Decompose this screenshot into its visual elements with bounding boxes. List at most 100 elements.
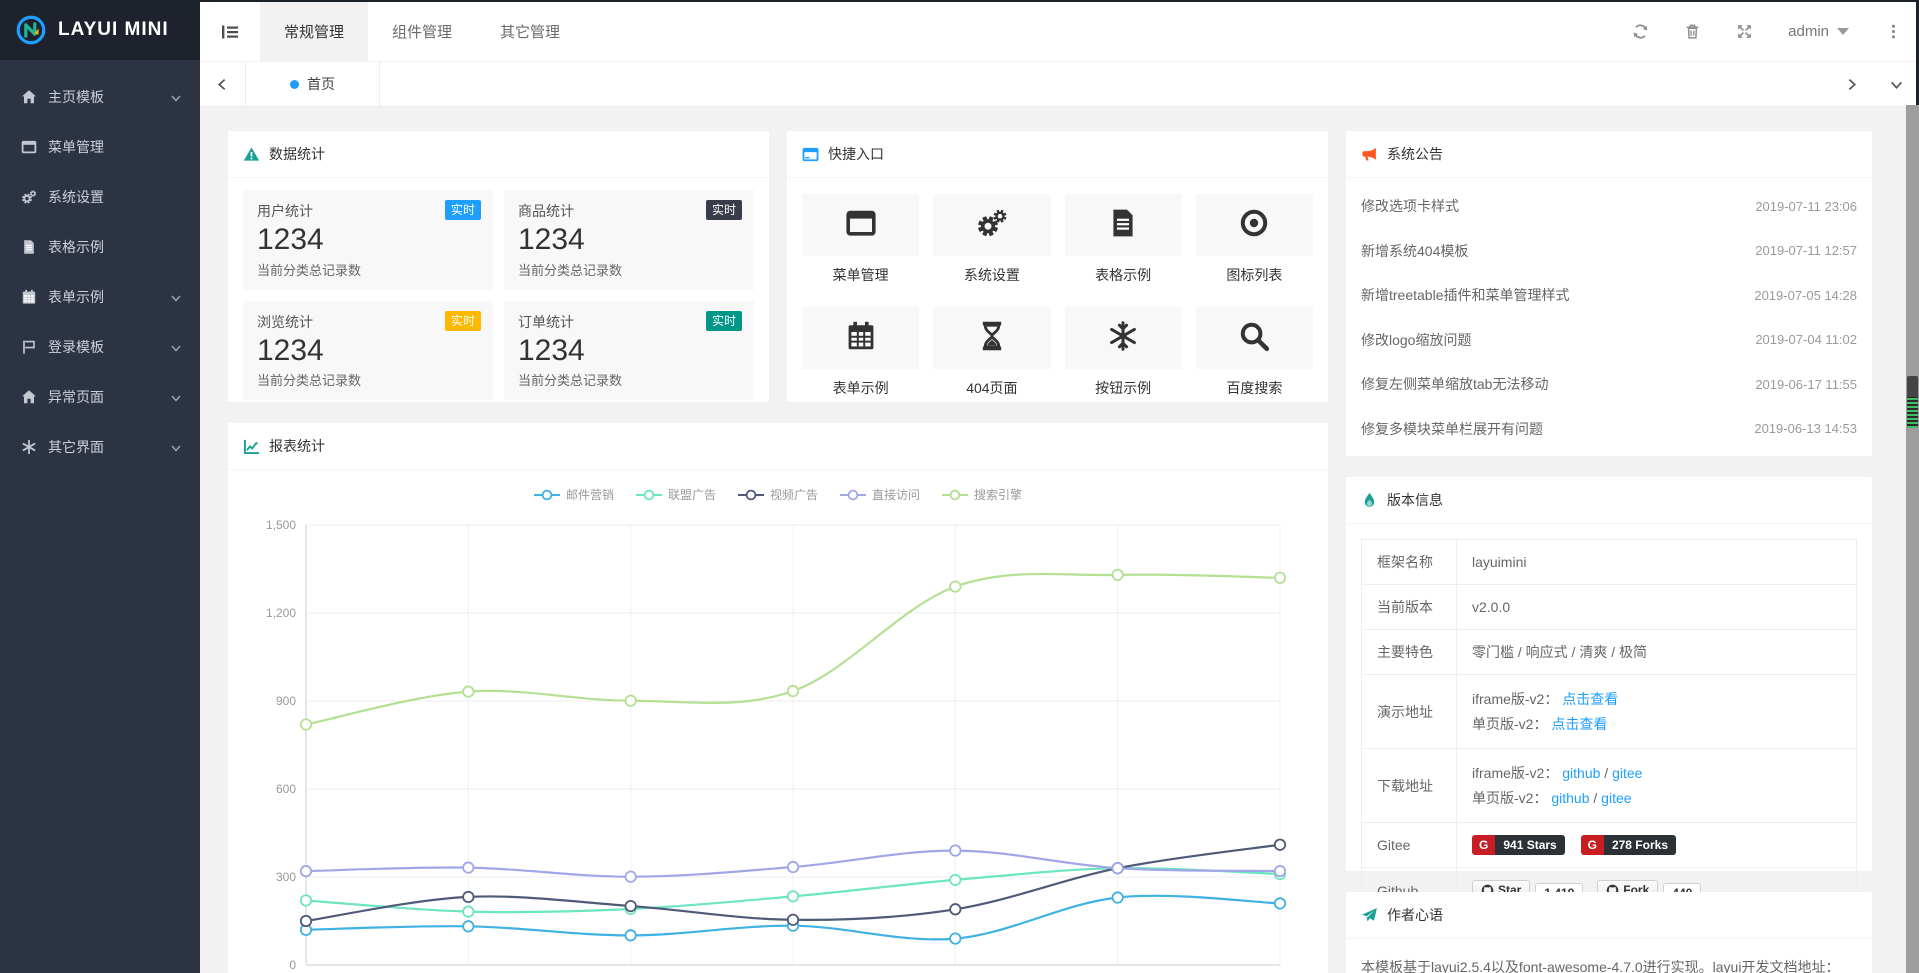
- sidebar-item-menu-manage[interactable]: 菜单管理: [0, 122, 200, 172]
- sidebar-item-form-demo[interactable]: 表单示例: [0, 272, 200, 322]
- quick-form-demo[interactable]: 表单示例: [802, 307, 919, 398]
- quick-menu-manage[interactable]: 菜单管理: [802, 194, 919, 285]
- more-actions-button[interactable]: [1867, 2, 1919, 61]
- report-line-chart: 03006009001,2001,500周一周二周三周四周五周六周日: [248, 507, 1308, 973]
- panel-quick-entry: 快捷入口 菜单管理 系统设置 表格示例: [787, 131, 1328, 402]
- logo[interactable]: LAYUI MINI: [0, 0, 200, 60]
- refresh-button[interactable]: [1614, 2, 1666, 61]
- sidebar-item-error-pages[interactable]: 异常页面: [0, 372, 200, 422]
- snowflake-icon: [1107, 320, 1139, 357]
- sidebar-item-system-settings[interactable]: 系统设置: [0, 172, 200, 222]
- user-menu[interactable]: admin: [1770, 2, 1867, 61]
- svg-text:0: 0: [289, 958, 296, 972]
- svg-text:1,200: 1,200: [266, 606, 296, 620]
- caret-down-icon: [1837, 28, 1849, 35]
- notice-item[interactable]: 新增treetable插件和菜单管理样式 2019-07-05 14:28: [1361, 273, 1857, 318]
- legend-item[interactable]: 联盟广告: [636, 486, 716, 503]
- quick-table-demo[interactable]: 表格示例: [1065, 194, 1182, 285]
- flag-icon: [20, 338, 38, 356]
- fullscreen-button[interactable]: [1718, 2, 1770, 61]
- top-header: 常规管理 组件管理 其它管理: [200, 2, 1919, 62]
- status-badge: 实时: [706, 311, 742, 331]
- notice-item[interactable]: 修改logo缩放问题 2019-07-04 11:02: [1361, 318, 1857, 363]
- tabs-scroll-right-button[interactable]: [1829, 62, 1874, 106]
- header-tab-general[interactable]: 常规管理: [260, 2, 368, 61]
- panel-title: 快捷入口: [828, 144, 884, 164]
- panel-title: 数据统计: [269, 144, 325, 164]
- calendar-icon: [20, 288, 38, 306]
- header-tab-other[interactable]: 其它管理: [476, 2, 584, 61]
- gears-icon: [976, 207, 1008, 244]
- gitee-forks-badge[interactable]: G278 Forks: [1581, 835, 1676, 855]
- file-text-icon: [20, 238, 38, 256]
- sidebar-menu: 主页模板 菜单管理 系统设置 表格示例 表单示例 登录模板 异常页面: [0, 60, 200, 472]
- notice-item[interactable]: 新增系统404模板 2019-07-11 12:57: [1361, 229, 1857, 274]
- window-blue-icon: [802, 146, 819, 163]
- tabs-scroll-left-button[interactable]: [200, 62, 245, 106]
- gitee-stars-badge[interactable]: G941 Stars: [1472, 835, 1565, 855]
- main-content: 数据统计 用户统计 1234 当前分类总记录数 实时 商品统计 1234 当前分…: [200, 107, 1919, 973]
- chevron-left-icon: [216, 78, 229, 91]
- sidebar-item-other-ui[interactable]: 其它界面: [0, 422, 200, 472]
- notice-item[interactable]: 修改选项卡样式 2019-07-11 23:06: [1361, 184, 1857, 229]
- search-icon: [1238, 320, 1270, 357]
- active-tab-dot: [290, 80, 299, 89]
- home-icon: [20, 88, 38, 106]
- words-line1: 本模板基于layui2.5.4以及font-awesome-4.7.0进行实现。…: [1361, 959, 1839, 973]
- panel-system-notice: 系统公告 修改选项卡样式 2019-07-11 23:06 新增系统404模板 …: [1346, 131, 1872, 456]
- download-link-github[interactable]: github: [1551, 790, 1589, 806]
- quick-404-page[interactable]: 404页面: [933, 307, 1050, 398]
- legend-item[interactable]: 搜索引擎: [942, 486, 1022, 503]
- chart-legend: 邮件营销 联盟广告 视频广告 直接访问 搜索引擎: [228, 470, 1328, 503]
- legend-item[interactable]: 视频广告: [738, 486, 818, 503]
- download-link-github[interactable]: github: [1562, 765, 1600, 781]
- demo-link-spa[interactable]: 点击查看: [1551, 716, 1607, 732]
- sidebar-item-home-template[interactable]: 主页模板: [0, 72, 200, 122]
- download-link-gitee[interactable]: gitee: [1601, 790, 1631, 806]
- gears-icon: [20, 188, 38, 206]
- tab-home[interactable]: 首页: [245, 62, 380, 106]
- status-badge: 实时: [445, 200, 481, 220]
- download-link-gitee[interactable]: gitee: [1612, 765, 1642, 781]
- sidebar-item-login-template[interactable]: 登录模板: [0, 322, 200, 372]
- page-scrollbar-track[interactable]: [1906, 105, 1919, 973]
- panel-version-info: 版本信息 框架名称layuimini 当前版本v2.0.0 主要特色零门槛 / …: [1346, 477, 1872, 871]
- collapse-sidebar-button[interactable]: [200, 2, 260, 61]
- trash-icon: [1684, 23, 1701, 40]
- layui-mini-logo-icon: [14, 13, 48, 47]
- username: admin: [1788, 23, 1829, 40]
- chevron-down-icon: [170, 91, 182, 103]
- notice-item[interactable]: 修复多模块菜单栏展开有问题 2019-06-13 14:53: [1361, 407, 1857, 452]
- notice-item[interactable]: 修复左侧菜单缩放tab无法移动 2019-06-17 11:55: [1361, 362, 1857, 407]
- status-badge: 实时: [706, 200, 742, 220]
- tabs-dropdown-button[interactable]: [1874, 62, 1919, 106]
- fire-icon: [1361, 492, 1378, 509]
- svg-text:1,500: 1,500: [266, 518, 296, 532]
- version-table: 框架名称layuimini 当前版本v2.0.0 主要特色零门槛 / 响应式 /…: [1361, 539, 1857, 916]
- expand-icon: [1736, 23, 1753, 40]
- panel-data-stats: 数据统计 用户统计 1234 当前分类总记录数 实时 商品统计 1234 当前分…: [228, 131, 769, 402]
- legend-item[interactable]: 直接访问: [840, 486, 920, 503]
- header-tab-components[interactable]: 组件管理: [368, 2, 476, 61]
- line-chart-icon: [243, 438, 260, 455]
- vertical-dots-icon: [1885, 23, 1902, 40]
- asterisk-icon: [20, 438, 38, 456]
- svg-text:900: 900: [276, 694, 296, 708]
- sidebar-item-table-demo[interactable]: 表格示例: [0, 222, 200, 272]
- legend-marker-icon: [738, 489, 764, 501]
- chevron-down-icon: [170, 391, 182, 403]
- demo-link-iframe[interactable]: 点击查看: [1562, 691, 1618, 707]
- refresh-icon: [1632, 23, 1649, 40]
- clear-cache-button[interactable]: [1666, 2, 1718, 61]
- chevron-down-icon: [1890, 78, 1903, 91]
- legend-marker-icon: [942, 489, 968, 501]
- sidebar: LAYUI MINI 主页模板 菜单管理 系统设置 表格示例 表单示例 登录模板: [0, 0, 200, 973]
- quick-baidu-search[interactable]: 百度搜索: [1196, 307, 1313, 398]
- quick-button-demo[interactable]: 按钮示例: [1065, 307, 1182, 398]
- page-scrollbar-thumb[interactable]: [1907, 376, 1918, 428]
- legend-item[interactable]: 邮件营销: [534, 486, 614, 503]
- quick-icon-list[interactable]: 图标列表: [1196, 194, 1313, 285]
- quick-system-settings[interactable]: 系统设置: [933, 194, 1050, 285]
- bullhorn-icon: [1361, 146, 1378, 163]
- chevron-down-icon: [170, 441, 182, 453]
